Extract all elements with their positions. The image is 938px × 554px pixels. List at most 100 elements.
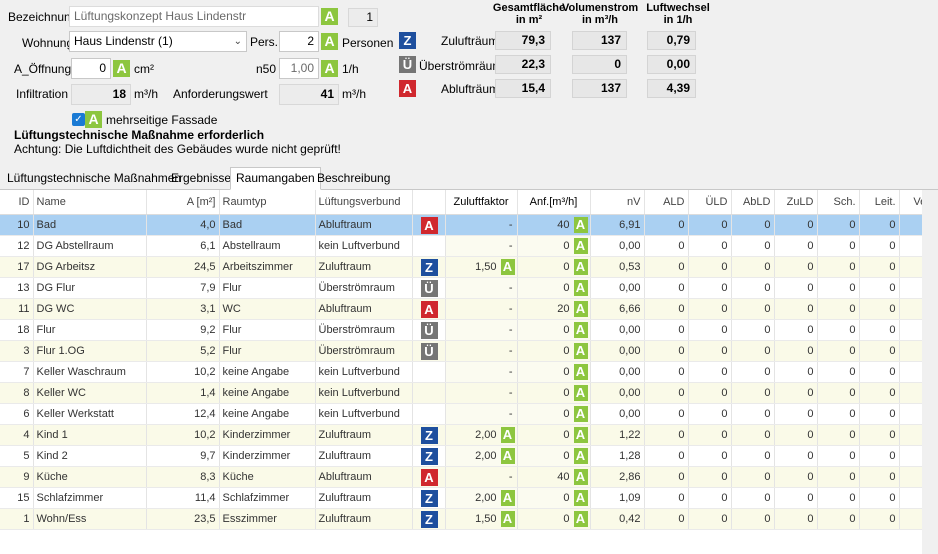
anf-a-icon[interactable]: A: [573, 489, 588, 506]
anf-a-icon[interactable]: A: [573, 216, 588, 233]
cell-sch[interactable]: 0: [817, 256, 860, 278]
cell-zuld[interactable]: 0: [774, 508, 818, 530]
cell-uld[interactable]: 0: [688, 340, 732, 362]
tab-beschreibung[interactable]: Beschreibung: [312, 168, 395, 188]
anf-a-icon[interactable]: A: [573, 237, 588, 254]
cell-nv[interactable]: 2,86: [590, 466, 645, 488]
cell-abld[interactable]: 0: [731, 466, 775, 488]
cell-area[interactable]: 24,5: [146, 256, 220, 278]
cell-ald[interactable]: 0: [644, 487, 689, 509]
cell-name[interactable]: DG Abstellraum: [33, 235, 147, 257]
cell-zuluftfaktor[interactable]: -: [445, 235, 518, 257]
cell-area[interactable]: 1,4: [146, 382, 220, 404]
cell-uld[interactable]: 0: [688, 403, 732, 425]
cell-id[interactable]: 18: [0, 319, 34, 341]
cell-anf[interactable]: 40 A: [517, 466, 591, 488]
cell-zuluftfaktor[interactable]: 1,50 A: [445, 256, 518, 278]
cell-verbund[interactable]: kein Luftverbund: [315, 382, 413, 404]
table-row[interactable]: 12 DG Abstellraum 6,1 Abstellraum kein Luftv…: [0, 235, 938, 257]
cell-zuld[interactable]: 0: [774, 403, 818, 425]
cell-leit[interactable]: 0: [859, 256, 900, 278]
cell-sch[interactable]: 0: [817, 340, 860, 362]
cell-uld[interactable]: 0: [688, 361, 732, 383]
cell-verbund[interactable]: Zuluftraum: [315, 445, 413, 467]
cell-abld[interactable]: 0: [731, 508, 775, 530]
table-row[interactable]: 11DG WC3,1WCAbluftraumA-20A6,6600000027: [0, 298, 938, 320]
bezeichnung-a-icon[interactable]: A: [321, 8, 338, 25]
anf-a-icon[interactable]: A: [573, 342, 588, 359]
cell-name[interactable]: Kind 1: [33, 424, 147, 446]
anf-a-icon[interactable]: A: [573, 258, 588, 275]
cell-zuluftfaktor[interactable]: -: [445, 361, 518, 383]
cell-zuld[interactable]: 0: [774, 340, 818, 362]
cell-zuld[interactable]: 0: [774, 235, 818, 257]
cell-id[interactable]: 13: [0, 277, 34, 299]
table-row[interactable]: 5 Kind 2 9,7 Kinderzimmer Zuluftraum Z 2,00 A 0 A…: [0, 445, 938, 467]
cell-verbund[interactable]: Zuluftraum: [315, 424, 413, 446]
anf-a-icon[interactable]: A: [573, 279, 588, 296]
vertical-scrollbar[interactable]: [922, 190, 938, 554]
cell-abld[interactable]: 0: [731, 298, 775, 320]
cell-zuluftfaktor[interactable]: 2,00 A: [445, 445, 518, 467]
cell-anf[interactable]: 0A: [517, 508, 591, 530]
col-raumtyp[interactable]: Raumtyp: [219, 190, 316, 215]
table-row[interactable]: 9Küche8,3KücheAbluftraumA-40A2,860000005…: [0, 466, 938, 488]
cell-abld[interactable]: 0: [731, 319, 775, 341]
checkbox-checked-icon[interactable]: ✓: [72, 113, 85, 126]
cell-verbund[interactable]: kein Luftverbund: [315, 403, 413, 425]
cell-raumtyp[interactable]: Schlafzimmer: [219, 487, 316, 509]
cell-id[interactable]: 7: [0, 361, 34, 383]
col-anf[interactable]: Anf.[m³/h]: [517, 190, 591, 215]
cell-raumtyp[interactable]: Kinderzimmer: [219, 445, 316, 467]
cell-ald[interactable]: 0: [644, 214, 689, 236]
cell-nv[interactable]: 0,53: [590, 256, 645, 278]
cell-leit[interactable]: 0: [859, 319, 900, 341]
table-row[interactable]: 17 DG Arbeitsz 24,5 Arbeitszimmer Zuluftraum…: [0, 256, 938, 278]
cell-verbund[interactable]: Überströmraum: [315, 319, 413, 341]
cell-zuluftfaktor[interactable]: -: [445, 466, 518, 488]
n50-field[interactable]: 1,00: [279, 58, 319, 79]
cell-nv[interactable]: 1,22: [590, 424, 645, 446]
cell-zuluftfaktor[interactable]: -: [445, 319, 518, 341]
cell-abld[interactable]: 0: [731, 403, 775, 425]
cell-id[interactable]: 6: [0, 403, 34, 425]
cell-anf[interactable]: 0A: [517, 235, 591, 257]
table-row[interactable]: 7 Keller Waschraum 10,2 keine Angabe kein Lu…: [0, 361, 938, 383]
cell-id[interactable]: 4: [0, 424, 34, 446]
cell-verbund[interactable]: Überströmraum: [315, 340, 413, 362]
cell-uld[interactable]: 0: [688, 508, 732, 530]
anf-a-icon[interactable]: A: [573, 321, 588, 338]
cell-area[interactable]: 5,2: [146, 340, 220, 362]
cell-id[interactable]: 9: [0, 466, 34, 488]
cell-anf[interactable]: 20 A: [517, 298, 591, 320]
col-nv[interactable]: nV: [590, 190, 645, 215]
cell-ald[interactable]: 0: [644, 256, 689, 278]
cell-abld[interactable]: 0: [731, 340, 775, 362]
cell-sch[interactable]: 0: [817, 361, 860, 383]
cell-zuluftfaktor[interactable]: -: [445, 214, 518, 236]
cell-zuluftfaktor[interactable]: 1,50 A: [445, 508, 518, 530]
cell-area[interactable]: 10,2: [146, 424, 220, 446]
cell-leit[interactable]: 0: [859, 277, 900, 299]
cell-name[interactable]: Flur: [33, 319, 147, 341]
cell-id[interactable]: 1: [0, 508, 34, 530]
col-uld[interactable]: ÜLD: [688, 190, 732, 215]
cell-uld[interactable]: 0: [688, 256, 732, 278]
cell-raumtyp[interactable]: Arbeitszimmer: [219, 256, 316, 278]
cell-area[interactable]: 8,3: [146, 466, 220, 488]
cell-ald[interactable]: 0: [644, 361, 689, 383]
col-abld[interactable]: AbLD: [731, 190, 775, 215]
cell-uld[interactable]: 0: [688, 319, 732, 341]
cell-uld[interactable]: 0: [688, 445, 732, 467]
cell-nv[interactable]: 0,00: [590, 403, 645, 425]
cell-sch[interactable]: 0: [817, 403, 860, 425]
cell-abld[interactable]: 0: [731, 256, 775, 278]
cell-area[interactable]: 12,4: [146, 403, 220, 425]
cell-anf[interactable]: 0A: [517, 403, 591, 425]
chevron-down-icon[interactable]: ⌄: [234, 32, 242, 51]
cell-nv[interactable]: 0,00: [590, 340, 645, 362]
cell-zuluftfaktor[interactable]: -: [445, 403, 518, 425]
cell-uld[interactable]: 0: [688, 382, 732, 404]
cell-anf[interactable]: 0A: [517, 424, 591, 446]
cell-abld[interactable]: 0: [731, 445, 775, 467]
